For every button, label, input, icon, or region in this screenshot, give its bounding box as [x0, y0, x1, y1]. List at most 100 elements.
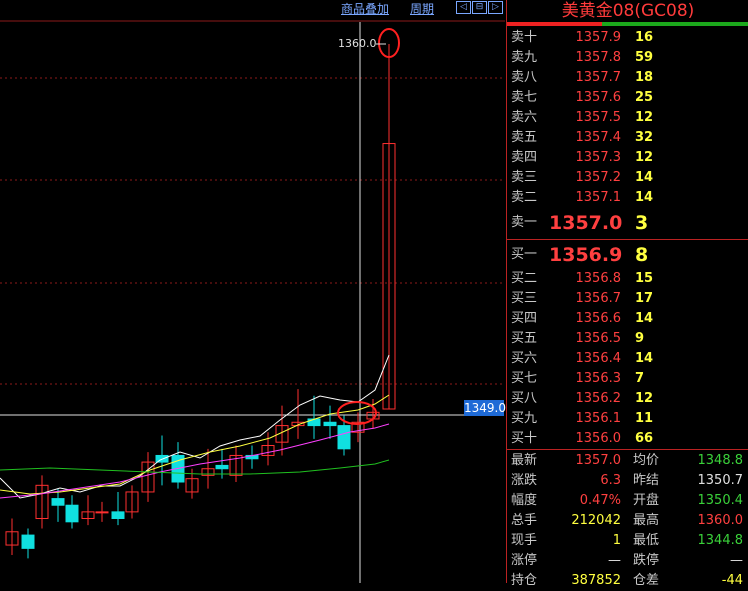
- current-price-tag: 1349.0: [464, 400, 506, 416]
- ask-row-price: 1357.1: [575, 190, 622, 205]
- ask-row-price: 1357.3: [575, 150, 622, 165]
- stats-label: 幅度: [511, 493, 538, 508]
- ask-row-label: 卖七: [511, 90, 538, 105]
- bid-row-price: 1356.2: [575, 391, 622, 406]
- stats-label: 总手: [511, 513, 538, 528]
- ask-row[interactable]: 卖十 1357.9 16: [507, 28, 748, 48]
- nav-left-button[interactable]: ◁: [456, 1, 471, 14]
- candle-body: [323, 421, 337, 427]
- stats-row: 涨停 — 跌停 —: [507, 551, 748, 571]
- stats-value: 1350.7: [697, 473, 744, 488]
- ask-row-volume: 12: [635, 110, 654, 125]
- stats-value: 1360.0: [697, 513, 744, 528]
- candle-body: [111, 511, 125, 520]
- stats-label: 涨停: [511, 553, 538, 568]
- bid-row[interactable]: 买一 1356.9 8: [507, 245, 748, 265]
- bid-row-price: 1356.0: [575, 431, 622, 446]
- bid-row-volume: 14: [635, 311, 654, 326]
- ask-row[interactable]: 卖一 1357.0 3: [507, 213, 748, 233]
- ask-row[interactable]: 卖四 1357.3 12: [507, 148, 748, 168]
- bid-row-volume: 8: [635, 244, 649, 266]
- stats-label: 持仓: [511, 573, 538, 588]
- ask-row-volume: 32: [635, 130, 654, 145]
- bid-row-price: 1356.6: [575, 311, 622, 326]
- candle-body: [65, 504, 79, 523]
- stats-label: 涨跌: [511, 473, 538, 488]
- bid-row[interactable]: 买七 1356.3 7: [507, 369, 748, 389]
- bid-row-label: 买十: [511, 431, 538, 446]
- instrument-title: 美黄金08(GC08): [561, 1, 695, 21]
- ask-row[interactable]: 卖六 1357.5 12: [507, 108, 748, 128]
- candlestick-plot[interactable]: [0, 0, 505, 583]
- bid-row-label: 买九: [511, 411, 538, 426]
- nav-right-button[interactable]: ▷: [488, 1, 503, 14]
- stats-value: 1: [612, 533, 621, 548]
- candle-body: [21, 534, 35, 549]
- ma-line-white: [0, 354, 390, 499]
- ask-row[interactable]: 卖二 1357.1 14: [507, 188, 748, 208]
- bid-row-price: 1356.5: [575, 331, 622, 346]
- title-bar-divider: [507, 22, 748, 26]
- ask-row[interactable]: 卖五 1357.4 32: [507, 128, 748, 148]
- ask-row-label: 卖二: [511, 190, 538, 205]
- ask-row-label: 卖六: [511, 110, 538, 125]
- stats-row: 涨跌 6.3 昨结 1350.7: [507, 471, 748, 491]
- ask-row-label: 卖八: [511, 70, 538, 85]
- ask-row-price: 1357.7: [575, 70, 622, 85]
- ask-row-label: 卖十: [511, 30, 538, 45]
- bid-row[interactable]: 买二 1356.8 15: [507, 269, 748, 289]
- bid-row-label: 买七: [511, 371, 538, 386]
- ask-row[interactable]: 卖七 1357.6 25: [507, 88, 748, 108]
- ask-row-price: 1357.6: [575, 90, 622, 105]
- bid-row[interactable]: 买六 1356.4 14: [507, 349, 748, 369]
- ask-row-volume: 14: [635, 170, 654, 185]
- stats-label: 跌停: [633, 553, 660, 568]
- bid-row-label: 买六: [511, 351, 538, 366]
- quote-panel: 美黄金08(GC08) 卖十 1357.9 16 卖九 1357.8 59 卖八 1357.7…: [506, 0, 748, 588]
- ask-row[interactable]: 卖三 1357.2 14: [507, 168, 748, 188]
- ask-row[interactable]: 卖八 1357.7 18: [507, 68, 748, 88]
- stats-value: 1350.4: [697, 493, 744, 508]
- ask-row-label: 卖四: [511, 150, 538, 165]
- bid-row-label: 买八: [511, 391, 538, 406]
- stats-label: 现手: [511, 533, 538, 548]
- bid-row-volume: 17: [635, 291, 654, 306]
- bid-row-price: 1356.8: [575, 271, 622, 286]
- stats-row: 最新 1357.0 均价 1348.8: [507, 451, 748, 471]
- ask-row-volume: 12: [635, 150, 654, 165]
- bid-row[interactable]: 买五 1356.5 9: [507, 329, 748, 349]
- bid-row-label: 买二: [511, 271, 538, 286]
- nav-zoom-button[interactable]: ⊟: [472, 1, 487, 14]
- ask-row-label: 卖九: [511, 50, 538, 65]
- ask-row-volume: 25: [635, 90, 654, 105]
- candle-body: [215, 464, 229, 470]
- candle-body: [307, 418, 321, 427]
- high-marker-label: 1360.0: [338, 37, 377, 50]
- bid-row[interactable]: 买四 1356.6 14: [507, 309, 748, 329]
- stats-label: 开盘: [633, 493, 660, 508]
- stats-value: 1348.8: [697, 453, 744, 468]
- stats-value: 6.3: [600, 473, 621, 488]
- candle-body: [95, 511, 109, 514]
- highlight-ellipse-bottom: [337, 401, 377, 425]
- kline-chart[interactable]: 商品叠加 周期 ◁ ⊟ ▷ 1360.0 1349.0: [0, 0, 506, 583]
- ask-row-volume: 16: [635, 30, 654, 45]
- ask-row-price: 1357.8: [575, 50, 622, 65]
- bid-row[interactable]: 买八 1356.2 12: [507, 389, 748, 409]
- bid-row-volume: 11: [635, 411, 654, 426]
- ask-row-price: 1357.2: [575, 170, 622, 185]
- bid-row[interactable]: 买三 1356.7 17: [507, 289, 748, 309]
- bid-row-label: 买五: [511, 331, 538, 346]
- stats-label: 最低: [633, 533, 660, 548]
- bid-row-volume: 12: [635, 391, 654, 406]
- bid-row-price: 1356.7: [575, 291, 622, 306]
- stats-value: —: [608, 553, 621, 568]
- ask-row-label: 卖一: [511, 215, 538, 230]
- period-link[interactable]: 周期: [410, 0, 434, 17]
- bid-row-price: 1356.4: [575, 351, 622, 366]
- stats-value: 1344.8: [697, 533, 744, 548]
- overlay-link[interactable]: 商品叠加: [341, 0, 389, 17]
- bid-row[interactable]: 买九 1356.1 11: [507, 409, 748, 429]
- ask-row[interactable]: 卖九 1357.8 59: [507, 48, 748, 68]
- bid-row[interactable]: 买十 1356.0 66: [507, 429, 748, 449]
